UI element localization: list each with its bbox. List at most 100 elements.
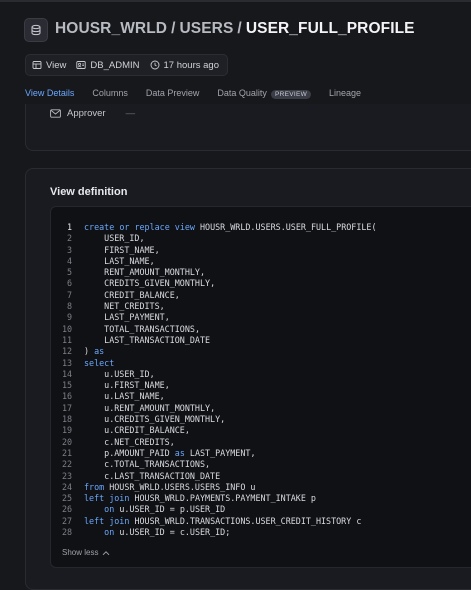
code-line: 26 on u.USER_ID = p.USER_ID bbox=[62, 504, 377, 515]
code-line: 10 TOTAL_TRANSACTIONS, bbox=[62, 324, 377, 335]
sql-token: , bbox=[174, 289, 180, 300]
line-number: 6 bbox=[66, 278, 72, 289]
sql-token: HOUSR_WRLD.USERS.USERS_INFO bbox=[109, 481, 246, 492]
code-line: 1 create or replace view HOUSR_WRLD.USERS… bbox=[62, 222, 377, 233]
breadcrumb-object: USER_FULL_PROFILE bbox=[245, 20, 415, 37]
code-line: 19 u.CREDIT_BALANCE, bbox=[62, 425, 377, 436]
code-line: 4 LAST_NAME, bbox=[62, 256, 377, 267]
line-number: 17 bbox=[62, 402, 73, 413]
sql-token: u.USER_ID bbox=[119, 504, 165, 515]
line-number: 21 bbox=[62, 447, 73, 458]
sql-token: USER_ID bbox=[104, 233, 140, 244]
tab-columns[interactable]: Columns bbox=[92, 84, 128, 106]
line-number: 16 bbox=[62, 391, 73, 402]
code-line: 5 RENT_AMOUNT_MONTHLY, bbox=[62, 267, 377, 278]
sql-token: , bbox=[139, 233, 145, 244]
sql-token: u.USER_ID bbox=[104, 368, 150, 379]
sql-token: CREDITS_GIVEN_MONTHLY bbox=[104, 278, 211, 289]
breadcrumb-separator: / bbox=[171, 20, 176, 37]
sql-token: c.LAST_TRANSACTION_DATE bbox=[104, 470, 221, 481]
code-line: 2 USER_ID, bbox=[62, 233, 377, 244]
sql-token: u.USER_ID bbox=[119, 527, 165, 538]
code-line: 18 u.CREDITS_GIVEN_MONTHLY, bbox=[62, 414, 377, 425]
tab-data-preview[interactable]: Data Preview bbox=[146, 84, 200, 106]
approver-row: Approver — bbox=[50, 108, 135, 119]
sql-keyword: replace bbox=[134, 222, 170, 232]
tab-view-details[interactable]: View Details bbox=[25, 84, 75, 107]
sql-token: RENT_AMOUNT_MONTHLY bbox=[104, 267, 200, 278]
line-number: 22 bbox=[62, 459, 73, 470]
sql-token: , bbox=[250, 447, 256, 458]
sql-keyword: or bbox=[119, 222, 130, 232]
sql-token: , bbox=[199, 267, 206, 278]
line-number: 25 bbox=[62, 493, 73, 504]
code-line: 20 c.NET_CREDITS, bbox=[62, 437, 377, 448]
code-line: 12) as bbox=[62, 346, 377, 357]
sql-token: , bbox=[164, 380, 170, 391]
sql-keyword: as bbox=[174, 447, 185, 458]
page-title: HOUSR_WRLD / USERS / USER_FULL_PROFILE bbox=[55, 20, 415, 38]
sql-keyword: from bbox=[84, 481, 105, 492]
code-line: 11 LAST_TRANSACTION_DATE bbox=[62, 335, 377, 346]
show-less-button[interactable]: Show less bbox=[62, 548, 110, 557]
sql-token: , bbox=[154, 244, 160, 255]
line-number: 10 bbox=[62, 323, 73, 334]
approver-label: Approver bbox=[67, 108, 106, 119]
view-definition-title: View definition bbox=[50, 186, 128, 198]
sql-token: ( bbox=[371, 222, 377, 232]
code-line: 24 from HOUSR_WRLD.USERS.USERS_INFO u bbox=[62, 482, 377, 493]
line-number: 13 bbox=[62, 357, 73, 368]
top-divider bbox=[0, 0, 471, 2]
line-number: 1 bbox=[66, 222, 72, 232]
sql-token: c.USER_ID bbox=[179, 527, 226, 538]
sql-code[interactable]: 1 create or replace view HOUSR_WRLD.USERS… bbox=[62, 222, 377, 538]
tab-data-quality[interactable]: Data Quality PREVIEW bbox=[217, 84, 312, 106]
sql-token: ; bbox=[225, 527, 231, 538]
sql-token: , bbox=[159, 391, 165, 402]
code-line: 14 u.USER_ID, bbox=[62, 369, 377, 380]
sql-keyword: left bbox=[84, 493, 105, 504]
sql-keyword: view bbox=[174, 222, 195, 232]
sql-token: , bbox=[220, 414, 226, 425]
sql-token: LAST_TRANSACTION_DATE bbox=[104, 334, 211, 345]
sql-token: LAST_NAME bbox=[104, 255, 150, 266]
code-line: 28 on u.USER_ID = c.USER_ID; bbox=[62, 527, 377, 538]
meta-owner[interactable]: DB_ADMIN bbox=[76, 60, 140, 71]
code-line: 21 p.AMOUNT_PAID as LAST_PAYMENT, bbox=[62, 448, 377, 459]
sql-keyword: as bbox=[94, 346, 105, 357]
meta-type: View bbox=[32, 60, 66, 71]
sql-token: u.FIRST_NAME bbox=[104, 380, 165, 391]
approver-value: — bbox=[125, 108, 136, 119]
line-number: 9 bbox=[66, 312, 72, 323]
line-number: 14 bbox=[62, 368, 73, 379]
sql-token: , bbox=[205, 459, 211, 470]
breadcrumb-database[interactable]: HOUSR_WRLD bbox=[55, 20, 167, 37]
line-number: 7 bbox=[66, 289, 72, 300]
tab-lineage[interactable]: Lineage bbox=[329, 84, 361, 106]
code-line: 8 NET_CREDITS, bbox=[62, 301, 377, 312]
sql-token: , bbox=[210, 278, 216, 289]
sql-token: u bbox=[250, 481, 256, 492]
code-line: 6 CREDITS_GIVEN_MONTHLY, bbox=[62, 278, 377, 289]
sql-token: , bbox=[164, 312, 170, 323]
sql-token: , bbox=[194, 323, 200, 334]
sql-token: , bbox=[210, 402, 216, 413]
sql-keyword: create bbox=[84, 222, 115, 232]
mail-icon bbox=[50, 109, 61, 118]
object-meta-bar: View DB_ADMIN 17 hours ago bbox=[25, 54, 228, 76]
code-line: 15 u.FIRST_NAME, bbox=[62, 380, 377, 391]
database-icon bbox=[24, 18, 48, 42]
breadcrumb-schema[interactable]: USERS bbox=[180, 20, 234, 37]
sql-token: , bbox=[149, 368, 155, 379]
sql-token: u.CREDIT_BALANCE bbox=[104, 425, 185, 436]
